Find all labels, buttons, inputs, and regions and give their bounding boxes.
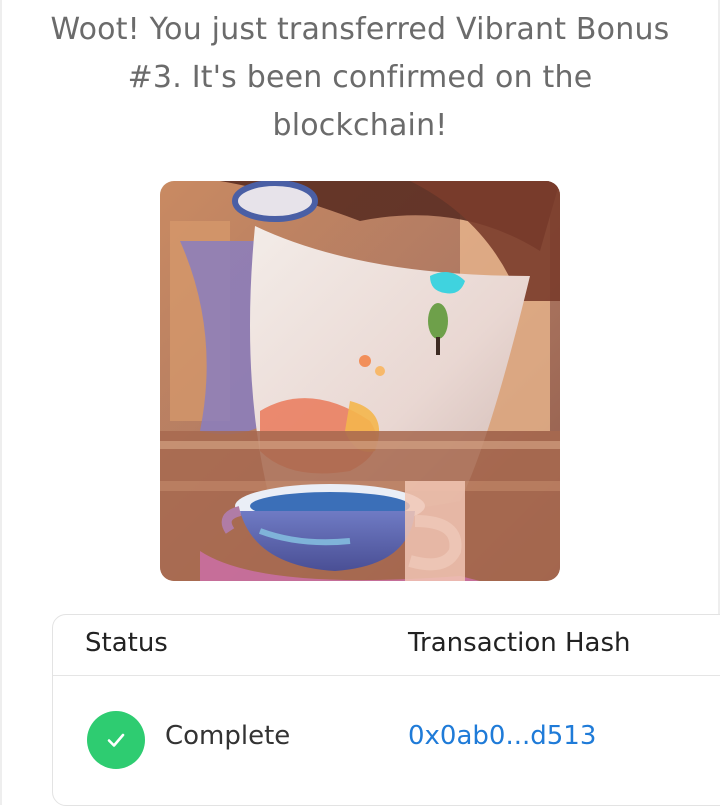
status-column-header: Status (85, 628, 168, 658)
nft-image (160, 181, 560, 581)
status-value: Complete (165, 721, 291, 751)
transfer-confirmation-message: Woot! You just transferred Vibrant Bonus… (50, 12, 670, 143)
transaction-hash-column-header: Transaction Hash (408, 628, 631, 658)
transaction-status-table: Status Transaction Hash Complete 0x0ab0.… (52, 614, 720, 806)
check-icon (87, 711, 145, 769)
header-divider (53, 675, 720, 676)
left-edge (0, 0, 2, 805)
transaction-hash-link[interactable]: 0x0ab0...d513 (408, 721, 596, 751)
